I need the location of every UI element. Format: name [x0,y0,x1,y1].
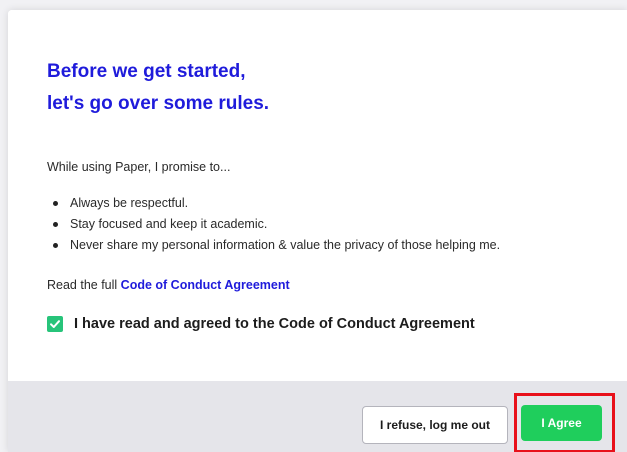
title-line-2: let's go over some rules. [47,93,270,114]
bullet-icon [53,222,58,227]
refuse-logout-button[interactable]: I refuse, log me out [362,406,508,444]
agree-button-highlight: I Agree [514,393,615,452]
checkmark-icon [50,320,60,328]
agree-button[interactable]: I Agree [521,405,602,441]
intro-text: While using Paper, I promise to... [47,160,231,174]
rule-text: Always be respectful. [70,196,189,210]
modal-footer: I refuse, log me out I Agree [8,381,627,452]
read-full-prefix: Read the full [47,278,121,292]
rule-item: Never share my personal information & va… [47,235,622,256]
code-of-conduct-modal: Before we get started, let's go over som… [8,10,627,452]
rule-item: Always be respectful. [47,193,622,214]
read-full-text: Read the full Code of Conduct Agreement [47,278,290,292]
modal-content: Before we get started, let's go over som… [8,10,627,381]
modal-title: Before we get started, let's go over som… [47,56,269,120]
rule-text: Stay focused and keep it academic. [70,217,268,231]
bullet-icon [53,201,58,206]
agreement-checkbox[interactable] [47,316,63,332]
bullet-icon [53,243,58,248]
agreement-row: I have read and agreed to the Code of Co… [47,316,475,332]
rules-list: Always be respectful. Stay focused and k… [47,193,622,256]
title-line-1: Before we get started, [47,61,246,82]
rule-item: Stay focused and keep it academic. [47,214,622,235]
rule-text: Never share my personal information & va… [70,238,501,252]
code-of-conduct-link[interactable]: Code of Conduct Agreement [121,278,290,292]
agreement-label: I have read and agreed to the Code of Co… [74,316,475,332]
